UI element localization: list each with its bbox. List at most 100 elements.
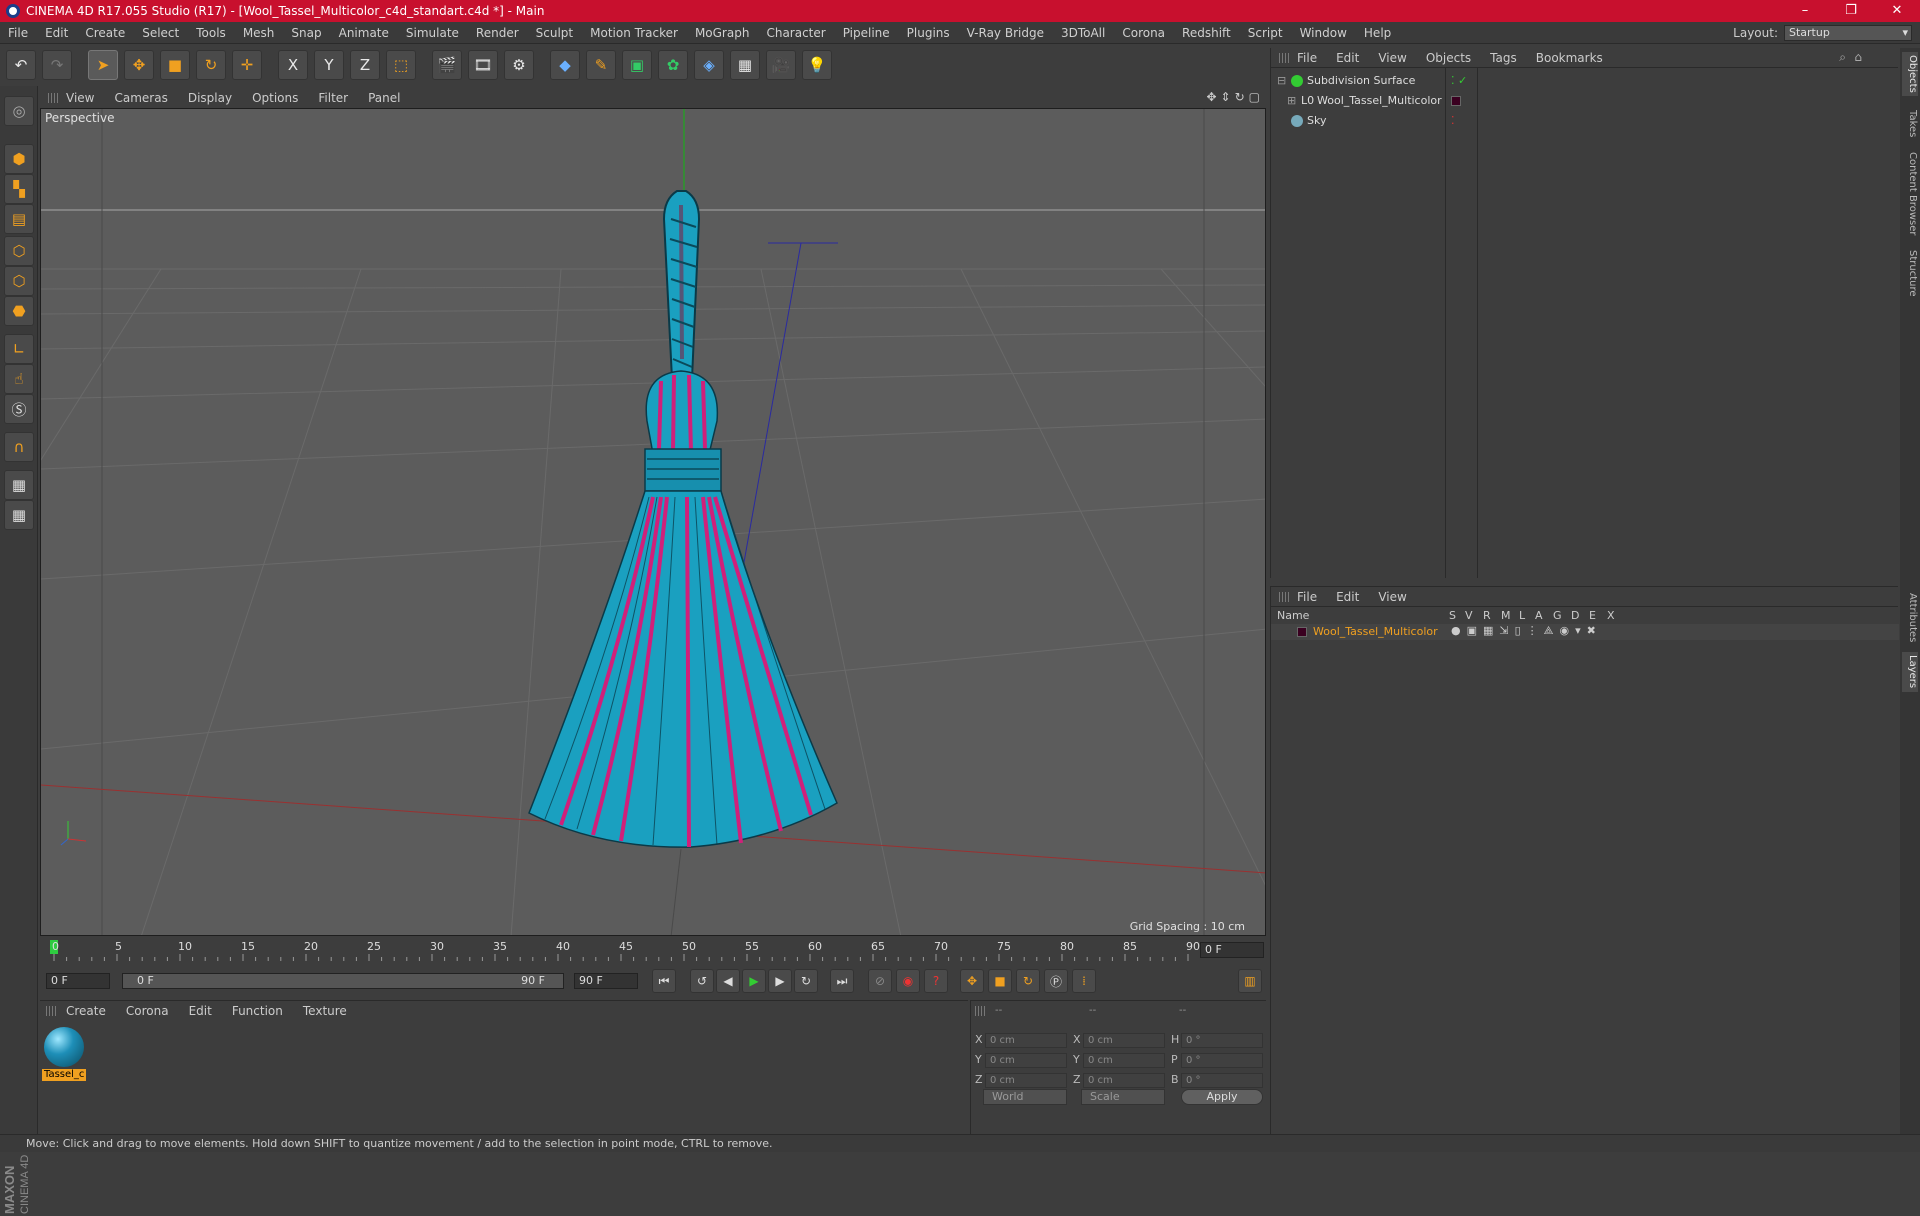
axis-y-button[interactable]: Y [314,50,344,80]
tab-layers[interactable]: Layers [1902,652,1918,692]
pos-z-field[interactable]: 0 cm [985,1073,1067,1088]
rotate-tool-icon[interactable]: ↻ [196,50,226,80]
key-scale-icon[interactable]: ■ [988,969,1012,993]
viewport-menu-filter[interactable]: Filter [318,91,348,105]
column-render[interactable]: R [1483,609,1491,622]
column-solo[interactable]: S [1449,609,1456,622]
edges-mode-icon[interactable]: ⬡ [4,266,34,296]
home-icon[interactable]: ⌂ [1854,50,1862,64]
material-menu-texture[interactable]: Texture [303,1004,347,1018]
column-xref[interactable]: X [1607,609,1615,622]
menu-simulate[interactable]: Simulate [406,26,459,40]
solo-mode-icon[interactable]: Ⓢ [4,394,34,424]
objects-menu-file[interactable]: File [1297,51,1317,65]
next-key-icon[interactable]: ↻ [794,969,818,993]
render-picture-viewer-icon[interactable]: 🎞 [468,50,498,80]
viewport-menu-options[interactable]: Options [252,91,298,105]
objects-menu-tags[interactable]: Tags [1490,51,1517,65]
key-rotation-icon[interactable]: ↻ [1016,969,1040,993]
axis-mode-icon[interactable]: ∟ [4,334,34,364]
menu-motion-tracker[interactable]: Motion Tracker [590,26,678,40]
objects-menu-bookmarks[interactable]: Bookmarks [1536,51,1603,65]
workplane-icon[interactable]: ▤ [4,204,34,234]
restore-button[interactable]: ❐ [1828,0,1874,22]
make-editable-icon[interactable]: ◎ [4,96,34,126]
coordinate-system-icon[interactable]: ⬚ [386,50,416,80]
end-frame-field[interactable]: 90 F [574,973,638,989]
viewport-camera-label[interactable]: Perspective [45,111,115,125]
menu-3dtoall[interactable]: 3DToAll [1061,26,1105,40]
light-icon[interactable]: 💡 [802,50,832,80]
material-menu-create[interactable]: Create [66,1004,106,1018]
previous-frame-icon[interactable]: ◀ [716,969,740,993]
layer-name[interactable]: Wool_Tassel_Multicolor [1313,625,1438,638]
move-tool-icon[interactable]: ✥ [124,50,154,80]
menu-pipeline[interactable]: Pipeline [843,26,890,40]
key-parameter-icon[interactable]: Ⓟ [1044,969,1068,993]
3d-viewport[interactable]: Perspective Grid Spacing : 10 cm [40,108,1266,936]
tab-objects[interactable]: Objects [1902,52,1918,96]
next-frame-icon[interactable]: ▶ [768,969,792,993]
viewport-menu-view[interactable]: View [66,91,94,105]
column-deformers[interactable]: D [1571,609,1579,622]
collapse-toggle-icon[interactable]: ⊟ [1277,72,1286,90]
timeline-ruler[interactable]: 0 5 10 15 20 25 30 35 40 45 50 55 60 65 70 75 80 85 90 0 F [40,938,1266,962]
size-mode-dropdown[interactable]: Scale [1081,1089,1165,1105]
tab-attributes[interactable]: Attributes [1902,588,1918,648]
menu-snap[interactable]: Snap [291,26,321,40]
search-icon[interactable]: ⌕ [1839,50,1846,65]
panel-grip-icon[interactable] [1279,592,1289,602]
panel-grip-icon[interactable] [48,93,58,103]
panel-grip-icon[interactable] [1279,53,1289,63]
viewport-menu-display[interactable]: Display [188,91,232,105]
transform-tool-icon[interactable]: ✛ [232,50,262,80]
apply-button[interactable]: Apply [1181,1089,1263,1105]
size-z-field[interactable]: 0 cm [1083,1073,1165,1088]
mograph-cloner-icon[interactable]: ✿ [658,50,688,80]
subdivision-generator-icon[interactable]: ▣ [622,50,652,80]
size-x-field[interactable]: 0 cm [1083,1033,1165,1048]
cube-primitive-icon[interactable]: ◆ [550,50,580,80]
visibility-dot-icon[interactable]: ⁚ ✓ [1451,72,1467,90]
record-active-objects-icon[interactable]: ◉ [896,969,920,993]
column-expressions[interactable]: E [1589,609,1596,622]
render-view-icon[interactable]: 🎬 [432,50,462,80]
previous-key-icon[interactable]: ↺ [690,969,714,993]
panel-grip-icon[interactable] [46,1006,56,1016]
expand-toggle-icon[interactable]: ⊞ [1287,92,1296,110]
menu-sculpt[interactable]: Sculpt [536,26,573,40]
rot-p-field[interactable]: 0 ° [1181,1053,1263,1068]
axis-x-button[interactable]: X [278,50,308,80]
texture-mode-icon[interactable]: ▚ [4,174,34,204]
menu-create[interactable]: Create [85,26,125,40]
menu-script[interactable]: Script [1248,26,1283,40]
column-divider[interactable] [1445,68,1446,578]
menu-character[interactable]: Character [766,26,825,40]
material-menu-function[interactable]: Function [232,1004,283,1018]
undo-icon[interactable]: ↶ [6,50,36,80]
redo-icon[interactable]: ↷ [42,50,72,80]
record-keys-off-icon[interactable]: ⊘ [868,969,892,993]
minimize-button[interactable]: – [1782,0,1828,22]
pan-icon[interactable]: ✥ [1206,90,1216,104]
material-menu-corona[interactable]: Corona [126,1004,169,1018]
material-menu-edit[interactable]: Edit [189,1004,212,1018]
column-divider[interactable] [1477,68,1478,578]
planar-workplane-icon[interactable]: ▦ [4,500,34,530]
column-name[interactable]: Name [1277,609,1309,622]
column-generators[interactable]: G [1553,609,1562,622]
key-pla-icon[interactable]: ⁞ [1072,969,1096,993]
pos-x-field[interactable]: 0 cm [985,1033,1067,1048]
menu-edit[interactable]: Edit [45,26,68,40]
material-swatch[interactable]: Tassel_c [42,1025,86,1081]
layer-color-swatch[interactable] [1451,96,1461,106]
render-settings-icon[interactable]: ⚙ [504,50,534,80]
object-row-sky[interactable]: Sky ⁚ [1271,112,1899,130]
menu-mesh[interactable]: Mesh [243,26,275,40]
snap-magnet-icon[interactable]: ∩ [4,432,34,462]
pen-spline-icon[interactable]: ✎ [586,50,616,80]
rot-b-field[interactable]: 0 ° [1181,1073,1263,1088]
maximize-viewport-icon[interactable]: ▢ [1249,90,1260,104]
menu-corona[interactable]: Corona [1122,26,1165,40]
layers-menu-edit[interactable]: Edit [1336,590,1359,604]
